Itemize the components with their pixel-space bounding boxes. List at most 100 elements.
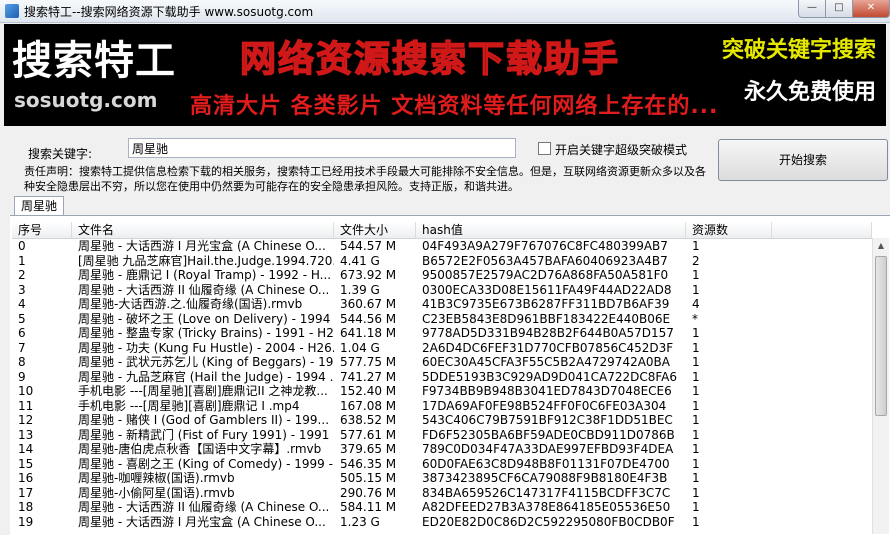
table-row[interactable]: 9 周星驰 - 九品芝麻官 (Hail the Judge) - 1994 ...…: [12, 370, 872, 385]
cell-size: 544.56 M: [340, 311, 397, 326]
column-header-hash[interactable]: hash值: [416, 222, 686, 238]
table-row[interactable]: 19 周星驰 - 大话西游 I 月光宝盒 (A Chinese O... 1.23 …: [12, 515, 872, 530]
cell-filename: 周星驰 - 新精武门 (Fist of Fury 1991) - 1991 ..…: [78, 427, 334, 442]
table-row[interactable]: 2 周星驰 - 鹿鼎记 I (Royal Tramp) - 1992 - H...…: [12, 268, 872, 283]
table-row[interactable]: 14 周星驰-唐伯虎点秋香【国语中文字幕】.rmvb 379.65 M 789C0D0…: [12, 442, 872, 457]
cell-sources: 1: [692, 355, 700, 369]
table-row[interactable]: 18 周星驰 - 大话西游 II 仙履奇缘 (A Chinese O... 584.…: [12, 500, 872, 515]
app-icon: [5, 4, 19, 18]
cell-index: 3: [18, 282, 26, 297]
minimize-button[interactable]: —: [798, 0, 826, 18]
table-row[interactable]: 5 周星驰 - 破坏之王 (Love on Delivery) - 1994 ..…: [12, 312, 872, 327]
start-search-button[interactable]: 开始搜索: [718, 139, 888, 181]
table-row[interactable]: 10 手机电影 ---[周星驰][喜剧]鹿鼎记II 之神龙教... 152.40 M…: [12, 384, 872, 399]
cell-sources: 1: [692, 398, 700, 413]
table-row[interactable]: 7 周星驰 - 功夫 (Kung Fu Hustle) - 2004 - H26.…: [12, 341, 872, 356]
cell-hash: F9734BB9B948B3041ED7843D7048ECE6: [422, 384, 672, 398]
cell-size: 360.67 M: [340, 297, 397, 311]
table-row[interactable]: 17 周星驰-小偷阿星(国语).rmvb 290.76 M 834BA659526C1…: [12, 486, 872, 501]
cell-hash: C23EB5843E8D961BBF183422E440B06E: [422, 311, 671, 326]
cell-size: 1.39 G: [340, 282, 380, 297]
cell-size: 546.35 M: [340, 456, 397, 471]
table-row[interactable]: 12 周星驰 - 赌侠 I (God of Gamblers II) - 199.…: [12, 413, 872, 428]
cell-sources: 1: [692, 514, 700, 529]
banner: 搜索特工 sosuotg.com 网络资源搜索下载助手 高清大片 各类影片 文档…: [4, 24, 886, 126]
column-header-extra[interactable]: [772, 222, 872, 238]
table-row[interactable]: 6 周星驰 - 整蛊专家 (Tricky Brains) - 1991 - H2.…: [12, 326, 872, 341]
cell-filename: 周星驰-小偷阿星(国语).rmvb: [78, 485, 235, 500]
cell-filename: 周星驰 - 赌侠 I (God of Gamblers II) - 199...: [78, 413, 330, 427]
cell-index: 15: [18, 456, 34, 471]
table-row[interactable]: 3 周星驰 - 大话西游 II 仙履奇缘 (A Chinese O... 1.39 …: [12, 283, 872, 298]
cell-hash: 60EC30A45CFA3F55C5B2A4729742A0BA: [422, 355, 670, 369]
cell-sources: *: [692, 311, 698, 326]
cell-filename: 周星驰-大话西游.之.仙履奇缘(国语).rmvb: [78, 297, 303, 311]
cell-filename: 周星驰 - 喜剧之王 (King of Comedy) - 1999 -...: [78, 456, 334, 471]
cell-index: 0: [18, 239, 26, 253]
banner-slogan: 网络资源搜索下载助手: [239, 38, 621, 81]
title-bar: 搜索特工--搜索网络资源下载助手 www.sosuotg.com — □ ✕: [0, 0, 890, 23]
disclaimer-text: 责任声明：搜索特工提供信息检索下载的相关服务，搜索特工已经用技术手段最大可能排除…: [24, 165, 706, 193]
cell-index: 5: [18, 311, 26, 326]
cell-hash: 17DA69AF0FE98B524FF0F0C6FE03A304: [422, 398, 667, 413]
column-header-filename[interactable]: 文件名: [72, 222, 334, 238]
cell-sources: 1: [692, 413, 700, 427]
table-row[interactable]: 15 周星驰 - 喜剧之王 (King of Comedy) - 1999 -..…: [12, 457, 872, 472]
scroll-thumb[interactable]: [875, 256, 887, 416]
cell-size: 1.23 G: [340, 514, 380, 529]
window-title: 搜索特工--搜索网络资源下载助手 www.sosuotg.com: [24, 5, 314, 19]
tab-result[interactable]: 周星驰: [14, 196, 65, 217]
cell-hash: 0300ECA33D08E15611FA49F44AD22AD8: [422, 282, 672, 297]
table-row[interactable]: 13 周星驰 - 新精武门 (Fist of Fury 1991) - 1991 …: [12, 428, 872, 443]
table-row[interactable]: 16 周星驰-咖喱辣椒(国语).rmvb 505.15 M 3873423895CF6…: [12, 471, 872, 486]
cell-hash: A82DFEED27B3A378E864185E05536E50: [422, 500, 671, 514]
scroll-up-icon[interactable]: ▲: [873, 238, 889, 254]
vertical-scrollbar[interactable]: ▲: [872, 238, 889, 534]
cell-hash: B6572E2F0563A457BAFA60406923A4B7: [422, 253, 668, 268]
close-button[interactable]: ✕: [852, 0, 890, 18]
cell-sources: 1: [692, 340, 700, 355]
table-row[interactable]: 8 周星驰 - 武状元苏乞儿 (King of Beggars) - 19... 5…: [12, 355, 872, 370]
cell-filename: 周星驰-咖喱辣椒(国语).rmvb: [78, 471, 235, 485]
super-mode-label[interactable]: 开启关键字超级突破模式: [555, 141, 687, 158]
table-body: 0 周星驰 - 大话西游 I 月光宝盒 (A Chinese O... 544.57…: [12, 239, 872, 529]
table-row[interactable]: 1 [周星驰 九品芝麻官]Hail.the.Judge.1994.720... 4.…: [12, 254, 872, 269]
cell-index: 2: [18, 268, 26, 282]
cell-size: 673.92 M: [340, 268, 397, 282]
cell-sources: 1: [692, 369, 700, 384]
cell-hash: 41B3C9735E673B6287FF311BD7B6AF39: [422, 297, 670, 311]
cell-index: 16: [18, 471, 34, 485]
cell-hash: 9778AD5D331B94B28B2F644B0A57D157: [422, 326, 674, 340]
table-row[interactable]: 0 周星驰 - 大话西游 I 月光宝盒 (A Chinese O... 544.57…: [12, 239, 872, 254]
table-row[interactable]: 11 手机电影 ---[周星驰][喜剧]鹿鼎记 I .mp4 167.08 M 17D…: [12, 399, 872, 414]
cell-sources: 1: [692, 456, 700, 471]
cell-hash: 5DDE5193B3C929AD9D041CA722DC8FA6: [422, 369, 678, 384]
cell-size: 167.08 M: [340, 398, 397, 413]
cell-index: 6: [18, 326, 26, 340]
super-mode-checkbox[interactable]: [538, 142, 551, 155]
cell-hash: 543C406C79B7591BF912C38F1DD51BEC: [422, 413, 673, 427]
cell-index: 8: [18, 355, 26, 369]
cell-sources: 1: [692, 384, 700, 398]
table-header: 序号 文件名 文件大小 hash值 资源数: [12, 222, 872, 239]
cell-sources: 2: [692, 253, 700, 268]
column-header-size[interactable]: 文件大小: [334, 222, 416, 238]
cell-sources: 4: [692, 297, 700, 311]
cell-size: 641.18 M: [340, 326, 397, 340]
banner-site: sosuotg.com: [14, 88, 158, 112]
search-input[interactable]: [128, 138, 516, 158]
maximize-button[interactable]: □: [825, 0, 853, 18]
column-header-index[interactable]: 序号: [12, 222, 72, 238]
cell-index: 17: [18, 485, 34, 500]
cell-filename: 周星驰 - 整蛊专家 (Tricky Brains) - 1991 - H2..…: [78, 326, 334, 340]
cell-sources: 1: [692, 326, 700, 340]
cell-index: 1: [18, 253, 26, 268]
cell-hash: 789C0D034F47A33DAE997EFBD93F4DEA: [422, 442, 674, 456]
cell-size: 290.76 M: [340, 485, 397, 500]
cell-index: 4: [18, 297, 26, 311]
cell-sources: 1: [692, 427, 700, 442]
cell-index: 10: [18, 384, 34, 398]
column-header-sources[interactable]: 资源数: [686, 222, 772, 238]
banner-right-line2: 永久免费使用: [744, 80, 877, 105]
table-row[interactable]: 4 周星驰-大话西游.之.仙履奇缘(国语).rmvb 360.67 M 41B3C97…: [12, 297, 872, 312]
